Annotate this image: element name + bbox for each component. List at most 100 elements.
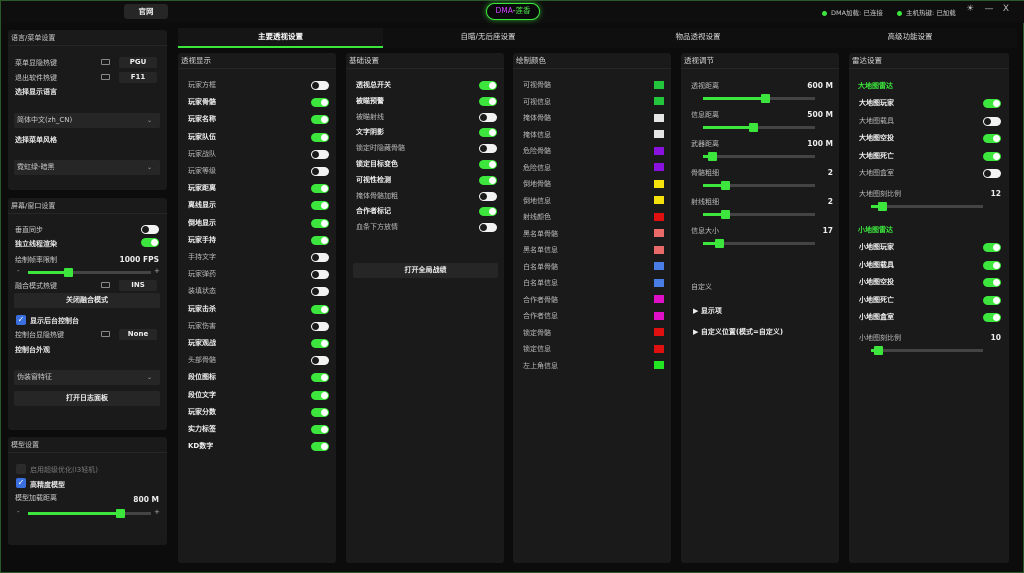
esp-item-toggle[interactable]	[311, 115, 329, 125]
model-dist-slider[interactable]	[28, 509, 151, 518]
exit-hotkey-button[interactable]: F11	[119, 72, 157, 83]
basic-item-toggle[interactable]	[479, 207, 497, 217]
big-scale-slider[interactable]	[871, 202, 983, 211]
esp-item-toggle[interactable]	[311, 149, 329, 159]
color-swatch[interactable]	[654, 179, 664, 188]
fps-slider[interactable]	[28, 268, 151, 277]
esp-item-toggle[interactable]	[311, 287, 329, 297]
fps-minus[interactable]: -	[17, 267, 20, 275]
mini-radar-toggle[interactable]	[983, 313, 1001, 322]
menu-hotkey-button[interactable]: PGU	[119, 57, 157, 68]
color-swatch[interactable]	[654, 361, 664, 369]
color-swatch[interactable]	[654, 97, 664, 105]
esp-item-toggle[interactable]	[311, 356, 329, 366]
color-swatch[interactable]	[654, 311, 664, 320]
esp-item-toggle[interactable]	[311, 167, 329, 176]
basic-item-toggle[interactable]	[479, 81, 497, 90]
color-swatch[interactable]	[654, 212, 664, 221]
esp-item-toggle[interactable]	[311, 184, 329, 194]
esp-item-toggle[interactable]	[311, 132, 329, 142]
fusion-mode-button[interactable]: 关闭融合模式	[14, 293, 160, 308]
independent-render-toggle[interactable]	[141, 238, 159, 247]
super-opt-checkbox[interactable]	[16, 464, 26, 474]
tab-advanced[interactable]: 高级功能设置	[803, 28, 1017, 48]
basic-item-toggle[interactable]	[479, 160, 497, 169]
color-swatch[interactable]	[654, 245, 664, 254]
adjust-slider[interactable]	[703, 210, 815, 219]
adjust-slider-handle[interactable]	[749, 123, 758, 132]
esp-item-toggle[interactable]	[311, 201, 329, 211]
tab-main-esp[interactable]: 主要透视设置	[178, 28, 383, 48]
esp-item-toggle[interactable]	[311, 81, 329, 90]
minimize-button[interactable]: —	[982, 4, 996, 14]
color-swatch[interactable]	[654, 262, 664, 270]
feature-select[interactable]: 伪装窗特征 ⌄	[14, 370, 160, 385]
tab-item-esp[interactable]: 物品透视设置	[593, 28, 803, 48]
log-panel-button[interactable]: 打开日志面板	[14, 391, 160, 406]
color-swatch[interactable]	[654, 344, 664, 353]
basic-item-toggle[interactable]	[479, 96, 497, 106]
esp-item-toggle[interactable]	[311, 390, 329, 400]
console-hotkey-button[interactable]: None	[119, 329, 157, 340]
adjust-slider[interactable]	[703, 152, 815, 161]
color-swatch[interactable]	[654, 163, 664, 171]
esp-item-toggle[interactable]	[311, 321, 329, 331]
esp-item-toggle[interactable]	[311, 442, 329, 452]
fusion-hotkey-button[interactable]: INS	[119, 280, 157, 291]
adjust-slider-handle[interactable]	[721, 181, 730, 190]
esp-item-toggle[interactable]	[311, 407, 329, 417]
custom-pos-expander[interactable]: ▶ 自定义位置(模式=自定义)	[693, 327, 783, 337]
close-button[interactable]: X	[999, 4, 1013, 14]
mini-radar-toggle[interactable]	[983, 295, 1001, 305]
model-dist-slider-handle[interactable]	[116, 509, 125, 518]
color-swatch[interactable]	[654, 229, 664, 237]
basic-item-toggle[interactable]	[479, 144, 497, 154]
color-swatch[interactable]	[654, 278, 664, 287]
model-dist-minus[interactable]: -	[17, 508, 20, 516]
adjust-slider[interactable]	[703, 123, 815, 132]
tab-aimbot[interactable]: 自瞄/无后座设置	[383, 28, 593, 48]
color-swatch[interactable]	[654, 146, 664, 155]
adjust-slider-handle[interactable]	[708, 152, 717, 161]
color-swatch[interactable]	[654, 295, 664, 303]
theme-sun-icon[interactable]: ☀	[963, 4, 977, 14]
mini-scale-slider-handle[interactable]	[874, 346, 883, 355]
official-site-button[interactable]: 官网	[124, 4, 168, 19]
hires-model-checkbox[interactable]: ✓	[16, 478, 26, 488]
style-select[interactable]: 霓虹绿-暗黑 ⌄	[14, 160, 160, 175]
adjust-slider[interactable]	[703, 239, 815, 248]
big-radar-toggle[interactable]	[983, 134, 1001, 143]
basic-item-toggle[interactable]	[479, 175, 497, 185]
color-swatch[interactable]	[654, 113, 664, 122]
mini-radar-toggle[interactable]	[983, 243, 1001, 252]
adjust-slider-handle[interactable]	[761, 94, 770, 103]
esp-item-toggle[interactable]	[311, 425, 329, 434]
mini-radar-toggle[interactable]	[983, 260, 1001, 270]
vsync-toggle[interactable]	[141, 225, 159, 234]
big-radar-toggle[interactable]	[983, 116, 1001, 126]
big-radar-toggle[interactable]	[983, 169, 1001, 178]
fps-slider-handle[interactable]	[64, 268, 73, 277]
esp-item-toggle[interactable]	[311, 218, 329, 228]
color-swatch[interactable]	[654, 196, 664, 204]
adjust-slider-handle[interactable]	[721, 210, 730, 219]
esp-item-toggle[interactable]	[311, 304, 329, 314]
esp-item-toggle[interactable]	[311, 339, 329, 348]
basic-item-toggle[interactable]	[479, 128, 497, 138]
adjust-slider[interactable]	[703, 181, 815, 190]
big-radar-toggle[interactable]	[983, 99, 1001, 108]
adjust-slider-handle[interactable]	[715, 239, 724, 248]
esp-item-toggle[interactable]	[311, 373, 329, 383]
bg-console-checkbox[interactable]: ✓	[16, 315, 26, 325]
color-swatch[interactable]	[654, 328, 664, 336]
show-items-expander[interactable]: ▶ 显示项	[693, 306, 722, 316]
mini-radar-toggle[interactable]	[983, 278, 1001, 287]
basic-item-toggle[interactable]	[479, 112, 497, 122]
basic-item-toggle[interactable]	[479, 223, 497, 233]
color-swatch[interactable]	[654, 130, 664, 138]
language-select[interactable]: 简体中文(zh_CN) ⌄	[14, 113, 160, 128]
esp-item-toggle[interactable]	[311, 235, 329, 245]
esp-item-toggle[interactable]	[311, 270, 329, 280]
model-dist-plus[interactable]: +	[154, 508, 160, 516]
fps-plus[interactable]: +	[154, 267, 160, 275]
